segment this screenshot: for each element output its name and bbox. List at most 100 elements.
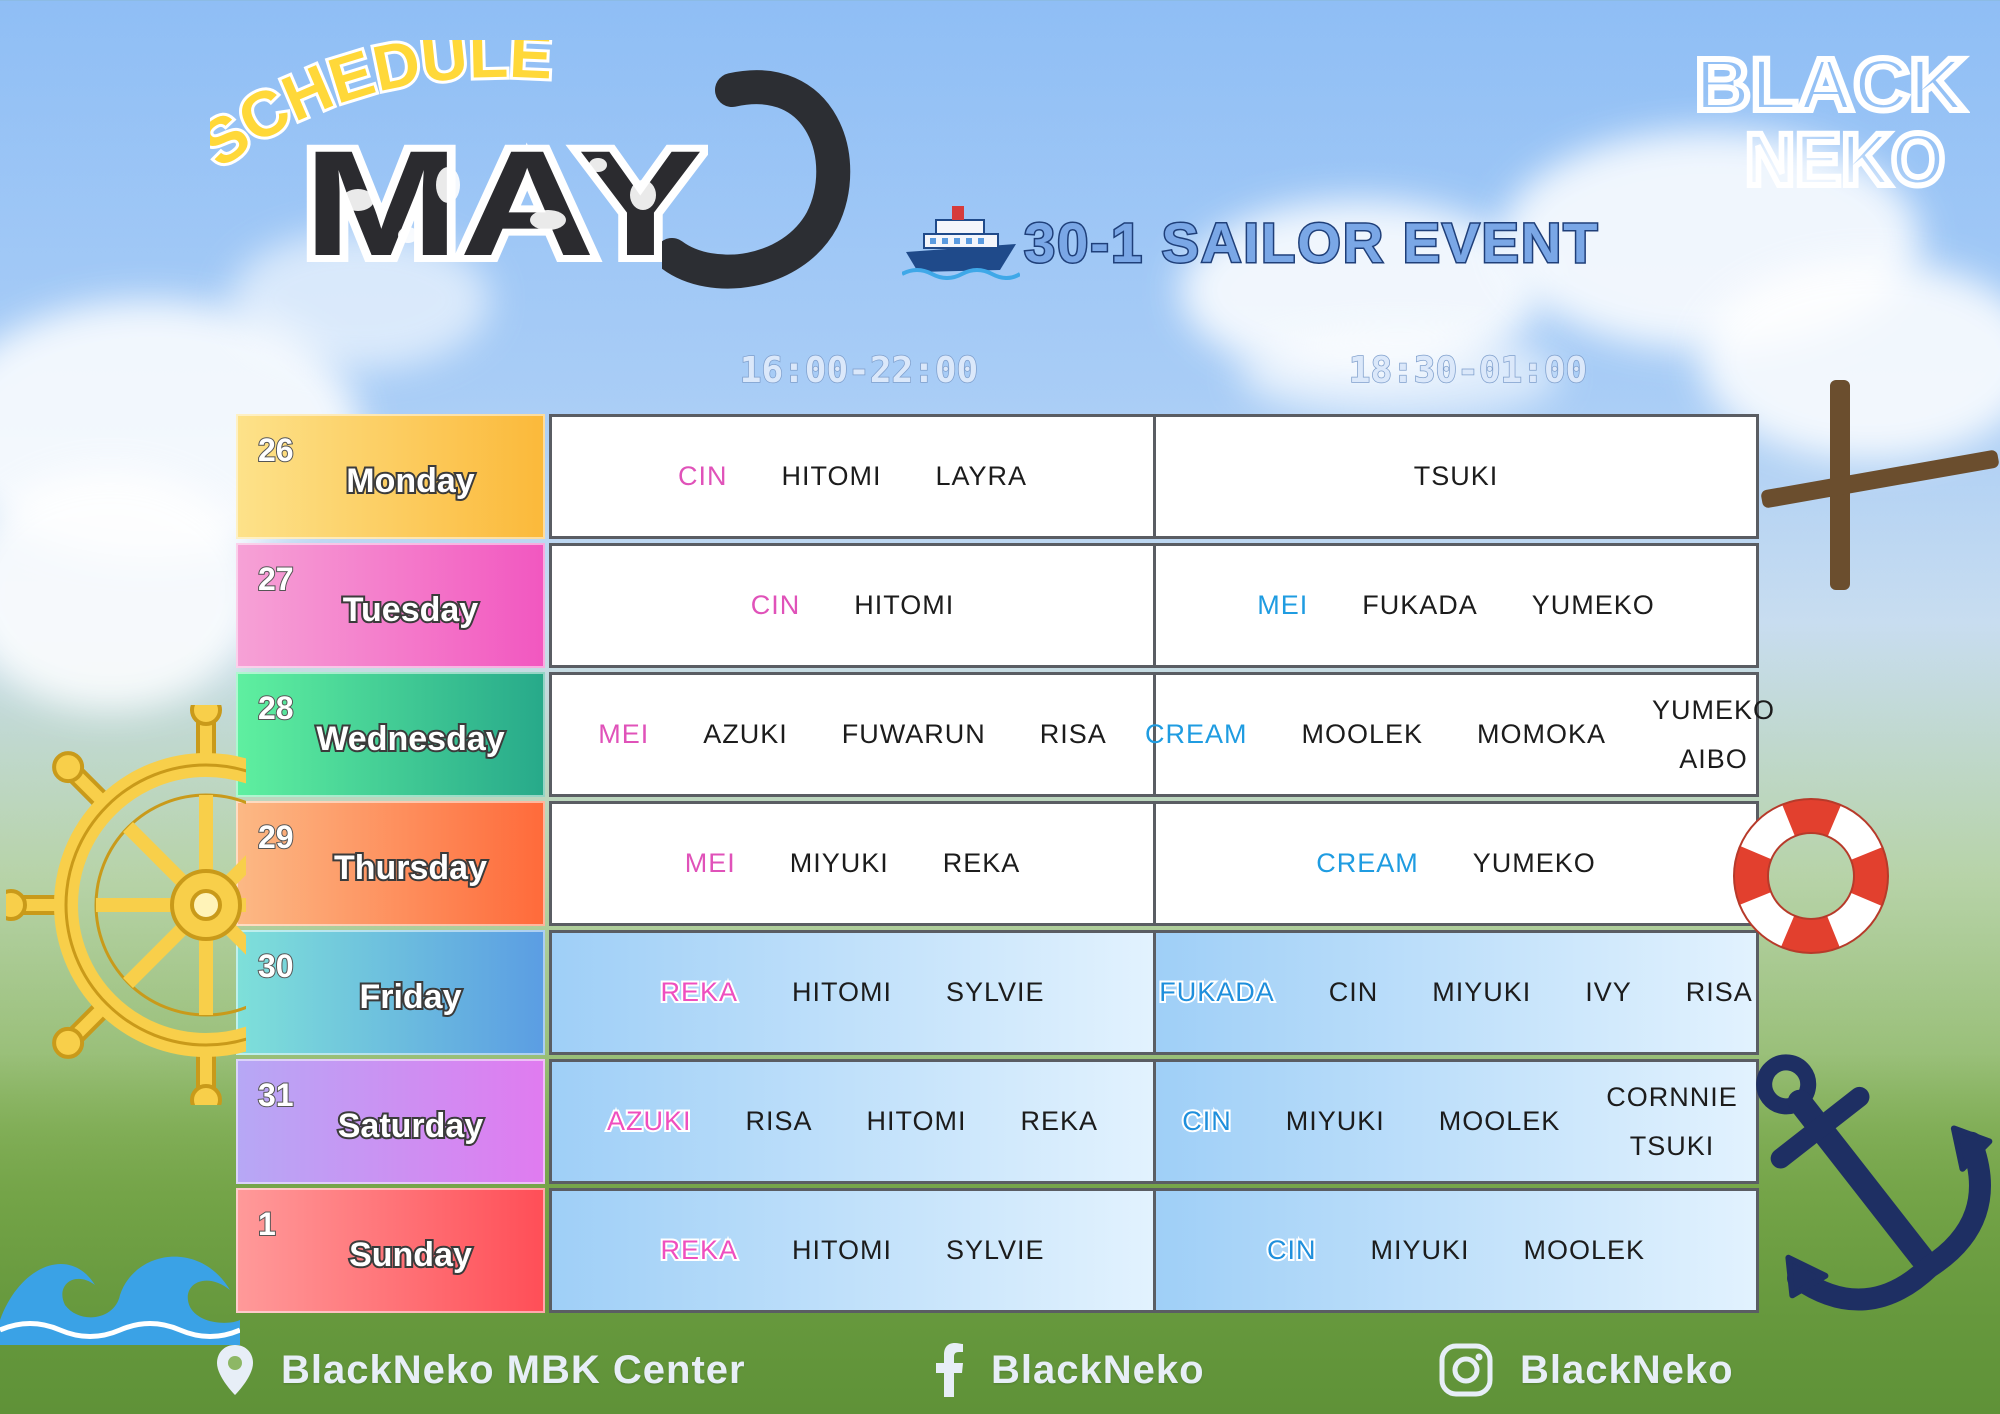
day-name: Thursday	[332, 847, 489, 889]
staff-name: REKA	[658, 1233, 739, 1267]
staff-name: CIN	[750, 590, 801, 620]
staff-name: YUMEKO	[1652, 694, 1776, 725]
schedule-row-saturday: 31 Saturday AZUKI RISA HITOMI REKA CIN MIYUKI MO…	[236, 1059, 1759, 1184]
shift-2-cell: TSUKI	[1156, 414, 1759, 539]
day-label-monday: 26 Monday	[236, 414, 545, 539]
staff-name: FUKADA	[1362, 590, 1478, 620]
shift-2-cell: CREAM YUMEKO	[1156, 801, 1759, 926]
schedule-row-tuesday: 27 Tuesday CIN HITOMI MEI FUKADA YUMEKO	[236, 543, 1759, 668]
day-name: Saturday	[336, 1105, 486, 1147]
shift-2-cell: MEI FUKADA YUMEKO	[1156, 543, 1759, 668]
life-ring-icon	[1733, 798, 1889, 954]
svg-text:BLACK: BLACK	[1695, 43, 1965, 126]
staff-name: MIYUKI	[1285, 1106, 1385, 1136]
staff-name: CIN	[677, 461, 728, 491]
shift-2-cell: CREAM MOOLEK MOMOKA YUMEKO AIBO	[1145, 672, 1774, 797]
location-pin-icon	[217, 1345, 253, 1395]
staff-name: RISA	[745, 1106, 813, 1136]
staff-name: CIN	[1265, 1233, 1317, 1267]
shift-2-cell: CIN MIYUKI MOOLEK	[1156, 1188, 1759, 1313]
day-label-saturday: 31 Saturday	[236, 1059, 545, 1184]
cat-tail-icon	[662, 70, 851, 289]
staff-name: CIN	[1328, 977, 1379, 1007]
staff-name: MOMOKA	[1477, 719, 1607, 749]
staff-name: RISA	[1039, 719, 1107, 749]
anchor-icon	[1756, 1054, 1993, 1311]
month-title: MAY	[298, 125, 708, 280]
staff-name: MOOLEK	[1523, 1235, 1646, 1265]
staff-name: TSUKI	[1413, 461, 1499, 491]
staff-name: HITOMI	[791, 1235, 892, 1265]
day-label-wednesday: 28 Wednesday	[236, 672, 545, 797]
staff-name: HITOMI	[854, 590, 955, 620]
staff-name: MOOLEK	[1438, 1106, 1561, 1136]
day-name: Sunday	[347, 1234, 474, 1276]
schedule-row-sunday: 1 Sunday REKA HITOMI SYLVIE CIN MIYUKI MOOLEK	[236, 1188, 1759, 1313]
shift-1-time: 16:00-22:00	[739, 349, 979, 392]
event-title: 30-1 SAILOR EVENT	[1022, 210, 1600, 276]
staff-name: REKA	[942, 848, 1021, 878]
staff-name: RISA	[1685, 977, 1753, 1007]
schedule-grid: 26 Monday CIN HITOMI LAYRA TSUKI 27 Tuesday CIN H…	[236, 414, 1774, 1317]
staff-name: SYLVIE	[945, 1235, 1045, 1265]
shift-2-cell: FUKADA CIN MIYUKI IVY RISA	[1156, 930, 1759, 1055]
staff-name: CIN	[1180, 1104, 1232, 1138]
staff-name: YUMEKO	[1472, 848, 1596, 878]
staff-name: SYLVIE	[945, 977, 1045, 1007]
blackneko-logo: BLACK NEKO	[1692, 40, 1968, 200]
staff-name: HITOMI	[791, 977, 892, 1007]
shift-1-cell: REKA HITOMI SYLVIE	[549, 1188, 1156, 1313]
staff-name: MIYUKI	[789, 848, 889, 878]
shift-2-time: 18:30-01:00	[1348, 349, 1588, 392]
staff-name: REKA	[1020, 1106, 1099, 1136]
staff-name: MEI	[598, 719, 650, 749]
day-label-tuesday: 27 Tuesday	[236, 543, 545, 668]
instagram-label: BlackNeko	[1520, 1347, 1734, 1392]
staff-name: MIYUKI	[1370, 1235, 1470, 1265]
waves-icon	[0, 1256, 240, 1345]
ship-wheel-icon	[6, 705, 246, 1105]
staff-name: IVY	[1585, 977, 1632, 1007]
schedule-row-friday: 30 Friday REKA HITOMI SYLVIE FUKADA CIN MIYUKI I…	[236, 930, 1759, 1055]
footer-instagram[interactable]: BlackNeko	[1438, 1340, 1734, 1400]
staff-name: YUMEKO	[1531, 590, 1655, 620]
staff-name: FUWARUN	[841, 719, 986, 749]
facebook-icon	[936, 1343, 963, 1397]
staff-name: CREAM	[1316, 848, 1419, 878]
footer-location[interactable]: BlackNeko MBK Center	[215, 1340, 746, 1400]
staff-name: CREAM	[1144, 719, 1248, 749]
day-label-friday: 30 Friday	[236, 930, 545, 1055]
staff-name: AZUKI	[605, 1104, 693, 1138]
footer-facebook[interactable]: BlackNeko	[935, 1340, 1205, 1400]
day-name: Monday	[344, 460, 476, 502]
day-label-thursday: 29 Thursday	[236, 801, 545, 926]
day-label-sunday: 1 Sunday	[236, 1188, 545, 1313]
shift-1-cell: CIN HITOMI	[549, 543, 1156, 668]
day-name: Friday	[357, 976, 463, 1018]
staff-name: AIBO	[1679, 743, 1748, 774]
staff-name: FUKADA	[1157, 975, 1276, 1009]
location-label: BlackNeko MBK Center	[281, 1347, 746, 1392]
shift-2-cell: CIN MIYUKI MOOLEK CORNNIE TSUKI	[1156, 1059, 1759, 1184]
shift-1-cell: AZUKI RISA HITOMI REKA	[549, 1059, 1156, 1184]
facebook-label: BlackNeko	[991, 1347, 1205, 1392]
shift-1-cell: MEI MIYUKI REKA	[549, 801, 1156, 926]
shift-1-cell: REKA HITOMI SYLVIE	[549, 930, 1156, 1055]
shift-1-cell: MEI AZUKI FUWARUN RISA	[549, 672, 1156, 797]
staff-name: MOOLEK	[1301, 719, 1423, 749]
staff-name: MEI	[684, 848, 736, 878]
staff-stack: YUMEKO AIBO	[1638, 695, 1789, 775]
staff-name: MIYUKI	[1432, 977, 1532, 1007]
svg-text:NEKO: NEKO	[1745, 118, 1945, 200]
staff-name: TSUKI	[1629, 1130, 1715, 1161]
schedule-row-wednesday: 28 Wednesday MEI AZUKI FUWARUN RISA CREAM MOOLE…	[236, 672, 1774, 797]
cruise-ship-icon	[902, 206, 1020, 280]
day-name: Wednesday	[314, 718, 506, 760]
staff-name: AZUKI	[703, 719, 788, 749]
instagram-icon	[1439, 1343, 1493, 1397]
shift-1-cell: CIN HITOMI LAYRA	[549, 414, 1156, 539]
staff-name: REKA	[658, 975, 739, 1009]
staff-name: LAYRA	[935, 461, 1028, 491]
schedule-row-thursday: 29 Thursday MEI MIYUKI REKA CREAM YUMEKO	[236, 801, 1759, 926]
schedule-row-monday: 26 Monday CIN HITOMI LAYRA TSUKI	[236, 414, 1759, 539]
